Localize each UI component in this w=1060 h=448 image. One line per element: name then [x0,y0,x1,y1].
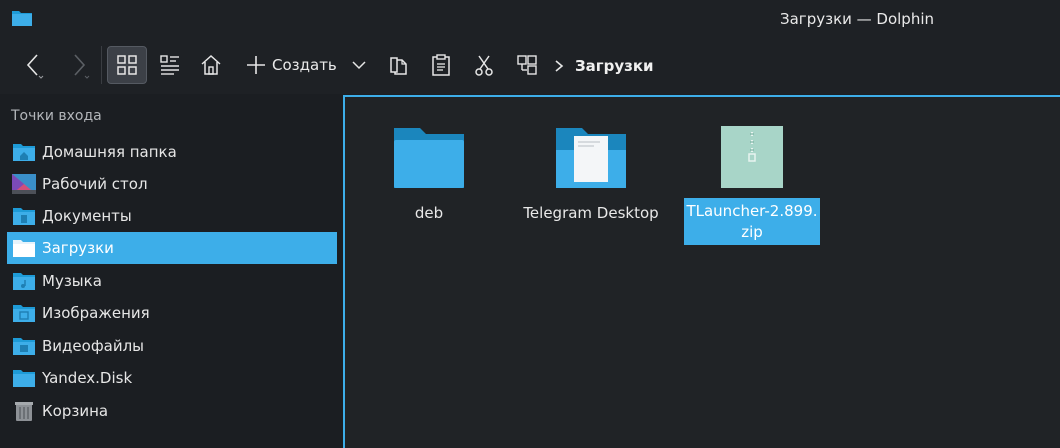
sidebar-item-label: Видеофайлы [42,337,145,355]
file-name: Telegram Desktop [523,204,659,222]
copy-button[interactable] [380,46,416,84]
forward-button[interactable] [58,46,98,84]
scissors-icon [475,55,493,76]
chevron-down-icon [352,61,366,70]
sidebar-item-label: Корзина [42,402,109,420]
file-name-line-1: TLauncher-2.899. [686,202,818,220]
sidebar-item-label: Изображения [42,304,150,322]
file-view[interactable]: deb Telegram Desktop TLauncher-2.899. zi… [343,95,1060,448]
file-name-selected: TLauncher-2.899. zip [684,198,820,245]
documents-folder-icon [12,205,36,227]
create-button[interactable]: Создать [240,46,372,84]
sidebar-item-videos[interactable]: Видеофайлы [7,330,337,362]
folder-icon [394,128,464,188]
sidebar-item-downloads[interactable]: Загрузки [7,232,337,264]
sidebar-item-label: Домашняя папка [42,143,177,161]
toolbar: Создать Загрузки [0,38,1060,94]
sidebar-item-label: Рабочий стол [42,175,148,193]
sidebar-item-trash[interactable]: Корзина [7,395,337,427]
chevron-right-icon [555,60,564,72]
sidebar-item-yandex-disk[interactable]: Yandex.Disk [7,362,337,394]
home-folder-icon [12,141,36,163]
home-button[interactable] [192,46,230,84]
file-item-deb[interactable]: deb [359,115,499,224]
back-button[interactable] [14,46,54,84]
icons-view-button[interactable] [107,46,147,84]
sidebar-item-label: Загрузки [42,239,114,257]
sidebar-item-label: Yandex.Disk [42,369,133,387]
breadcrumb-separator [553,55,565,81]
details-view-button[interactable] [150,46,190,84]
plus-icon [247,56,265,74]
sidebar-item-pictures[interactable]: Изображения [7,297,337,329]
videos-folder-icon [12,335,36,357]
downloads-folder-icon [12,237,36,259]
pictures-folder-icon [12,302,36,324]
chevron-left-icon [26,54,44,79]
toolbar-separator [101,46,102,84]
folder-icon [556,128,626,188]
folder-icon[interactable] [11,9,33,27]
file-item-tlauncher-zip[interactable]: TLauncher-2.899. zip [682,115,822,245]
sidebar-item-music[interactable]: Музыка [7,265,337,297]
paste-button[interactable] [423,46,459,84]
cut-button[interactable] [466,46,502,84]
sidebar-item-label: Документы [42,207,132,225]
sidebar-item-home[interactable]: Домашняя папка [7,136,337,168]
split-view-icon [517,55,537,75]
file-name: deb [414,204,444,222]
file-name-line-2: zip [741,223,763,241]
sidebar-item-documents[interactable]: Документы [7,200,337,232]
window-title: Загрузки — Dolphin [780,10,935,28]
create-label: Создать [272,56,337,74]
chevron-right-icon [74,54,90,79]
copy-icon [390,57,407,75]
sidebar-item-desktop[interactable]: Рабочий стол [7,168,337,200]
places-heading: Точки входа [11,108,102,124]
trash-icon [12,400,36,422]
folder-icon [12,367,36,389]
sidebar-item-label: Музыка [42,272,102,290]
split-view-button[interactable] [509,46,545,84]
file-item-telegram-desktop[interactable]: Telegram Desktop [521,115,661,224]
places-panel: Точки входа Домашняя папка Рабочий стол … [0,96,343,448]
breadcrumb-current[interactable]: Загрузки [575,57,654,75]
details-view-icon [160,55,179,75]
archive-icon [721,126,783,188]
grid-view-icon [117,55,137,75]
desktop-icon [12,173,36,195]
music-folder-icon [12,270,36,292]
paste-icon [432,54,450,76]
title-bar: Загрузки — Dolphin [0,0,1060,38]
home-icon [201,54,221,75]
